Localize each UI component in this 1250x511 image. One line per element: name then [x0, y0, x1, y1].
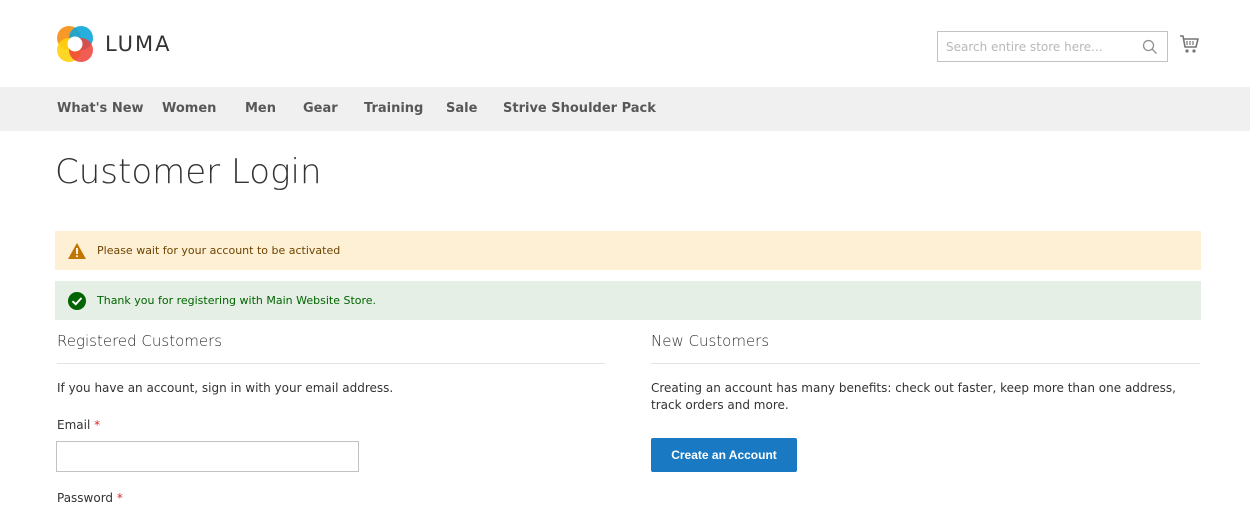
success-message: Thank you for registering with Main Webs… — [55, 281, 1201, 320]
password-label-text: Password — [57, 491, 114, 505]
page-header: LUMA — [0, 0, 1250, 87]
search-icon[interactable] — [1142, 39, 1158, 55]
email-field[interactable] — [56, 441, 359, 472]
checkmark-icon — [68, 291, 86, 310]
nav-item-strive-shoulder-pack[interactable]: Strive Shoulder Pack — [503, 87, 656, 131]
logo-text: LUMA — [105, 32, 172, 56]
store-logo[interactable]: LUMA — [55, 24, 172, 64]
nav-item-training[interactable]: Training — [364, 87, 423, 131]
luma-logo-icon — [57, 26, 93, 62]
cart-icon[interactable] — [1179, 33, 1201, 55]
required-mark: * — [94, 418, 101, 432]
warning-icon — [68, 242, 86, 259]
warning-message: Please wait for your account to be activ… — [55, 231, 1201, 270]
nav-item-women[interactable]: Women — [162, 87, 216, 131]
registered-customers-title: Registered Customers — [57, 332, 223, 350]
nav-item-sale[interactable]: Sale — [446, 87, 477, 131]
new-customers-title: New Customers — [651, 332, 770, 350]
page-title: Customer Login — [55, 152, 322, 192]
search-box — [937, 31, 1168, 62]
search-input[interactable] — [938, 32, 1133, 61]
warning-message-text: Please wait for your account to be activ… — [97, 244, 341, 257]
registered-customers-intro: If you have an account, sign in with you… — [57, 381, 394, 395]
success-message-text: Thank you for registering with Main Webs… — [97, 294, 377, 307]
nav-item-gear[interactable]: Gear — [303, 87, 338, 131]
email-label-text: Email — [57, 418, 91, 432]
required-mark: * — [116, 491, 123, 505]
nav-item-men[interactable]: Men — [245, 87, 276, 131]
password-label: Password * — [57, 491, 123, 505]
create-account-button[interactable]: Create an Account — [651, 438, 797, 472]
email-label: Email * — [57, 418, 100, 432]
new-customers-description: Creating an account has many benefits: c… — [651, 381, 1176, 412]
registered-customers-divider — [57, 363, 605, 364]
nav-item-whats-new[interactable]: What's New — [57, 87, 144, 131]
new-customers-divider — [651, 363, 1200, 364]
main-navigation: What's New Women Men Gear Training Sale … — [0, 87, 1250, 131]
